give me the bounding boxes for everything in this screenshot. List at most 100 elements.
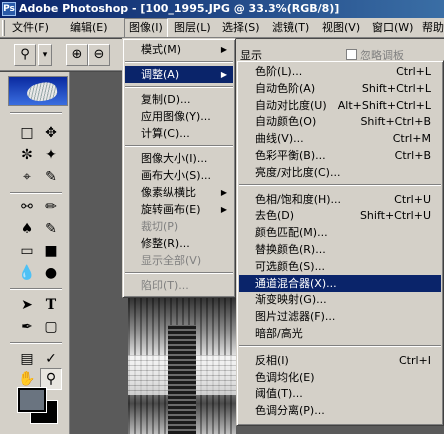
menu-separator: [125, 145, 233, 147]
menu-select[interactable]: 选择(S): [218, 18, 264, 37]
image-menu-item-0[interactable]: 模式(M) ▶: [125, 41, 233, 58]
photoshop-app-icon[interactable]: Ps: [2, 2, 16, 16]
adjust-menu-item-8[interactable]: 色相/饱和度(H)... Ctrl+U: [239, 191, 441, 208]
history-brush-icon[interactable]: ✎: [40, 218, 62, 240]
foreground-color-swatch[interactable]: [17, 387, 47, 413]
menu-item-shortcut: Ctrl+B: [394, 149, 431, 162]
menu-item-shortcut: Ctrl+I: [398, 353, 431, 367]
image-menu-item-13[interactable]: 修整(R)...: [125, 235, 233, 252]
adjust-menu-item-21[interactable]: 色调分离(P)...: [239, 402, 441, 419]
image-menu-item-9[interactable]: 画布大小(S)...: [125, 167, 233, 184]
adjust-menu-item-6[interactable]: 亮度/对比度(C)...: [239, 164, 441, 181]
toolbox-divider: [10, 112, 62, 114]
menu-help[interactable]: 帮助(H): [418, 18, 444, 37]
menu-item-label: 图像大小(I)...: [141, 152, 208, 165]
shape-tool-icon[interactable]: ▢: [40, 316, 62, 338]
menu-layer[interactable]: 图层(L): [170, 18, 215, 37]
move-tool-icon[interactable]: ✥: [40, 122, 62, 144]
menu-item-label: 自动色阶(A): [255, 81, 316, 95]
menu-separator: [125, 272, 233, 274]
menu-item-label: 去色(D): [255, 209, 295, 223]
menu-view[interactable]: 视图(V): [318, 18, 364, 37]
adjust-menu-item-2[interactable]: 自动对比度(U) Alt+Shift+Ctrl+L: [239, 97, 441, 114]
menu-item-shortcut: Ctrl+L: [396, 65, 431, 78]
menu-item-shortcut: Shift+Ctrl+U: [359, 209, 431, 223]
path-selection-icon[interactable]: ➤: [16, 294, 38, 316]
gradient-tool-icon[interactable]: ■: [40, 240, 62, 262]
hand-tool-icon[interactable]: ✋: [16, 368, 38, 390]
menu-item-label: 曲线(V)...: [255, 132, 304, 146]
magic-wand-icon[interactable]: ✦: [40, 144, 62, 166]
menu-bar: 文件(F) 编辑(E) 图像(I) 图层(L) 选择(S) 滤镜(T) 视图(V…: [0, 18, 444, 38]
adjust-menu-item-11[interactable]: 替换颜色(R)...: [239, 241, 441, 258]
marquee-tool-icon[interactable]: □: [16, 122, 38, 144]
menu-edit[interactable]: 编辑(E): [66, 18, 112, 37]
eyedropper-icon[interactable]: ✓: [40, 348, 62, 370]
tool-preset-dropdown[interactable]: ▾: [38, 44, 52, 66]
healing-brush-icon[interactable]: ⚯: [16, 196, 38, 218]
zoom-tool-icon[interactable]: ⚲: [40, 368, 62, 390]
menu-separator: [239, 183, 441, 186]
adjust-menu-item-19[interactable]: 色调均化(E): [239, 369, 441, 386]
adjust-menu-item-20[interactable]: 阈值(T)...: [239, 385, 441, 402]
pen-tool-icon[interactable]: ✒: [16, 316, 38, 338]
image-menu-item-14: 显示全部(V): [125, 252, 233, 269]
notes-tool-icon[interactable]: ▤: [16, 348, 38, 370]
adjust-menu-item-3[interactable]: 自动颜色(O) Shift+Ctrl+B: [239, 113, 441, 130]
menu-file[interactable]: 文件(F): [8, 18, 53, 37]
lasso-tool-icon[interactable]: ✼: [16, 144, 38, 166]
adjust-menu-item-14[interactable]: 渐变映射(G)...: [239, 291, 441, 308]
document-image[interactable]: [128, 295, 236, 434]
menu-separator: [125, 86, 233, 88]
menu-item-label: 应用图像(Y)...: [141, 110, 211, 123]
menu-item-label: 亮度/对比度(C)...: [255, 165, 341, 179]
menu-separator: [125, 61, 233, 63]
image-menu-item-10[interactable]: 像素纵横比 ▶: [125, 184, 233, 201]
image-menu-item-2[interactable]: 调整(A) ▶: [125, 66, 233, 83]
blur-tool-icon[interactable]: 💧: [16, 262, 38, 284]
menu-filter[interactable]: 滤镜(T): [268, 18, 313, 37]
image-menu-item-8[interactable]: 图像大小(I)...: [125, 150, 233, 167]
zoom-in-icon[interactable]: ⊕: [66, 44, 88, 66]
menu-window[interactable]: 窗口(W): [368, 18, 417, 37]
menu-item-label: 画布大小(S)...: [141, 169, 212, 182]
magnifier-icon[interactable]: ⚲: [14, 44, 36, 66]
crop-tool-icon[interactable]: ⌖: [16, 166, 38, 188]
adjust-menu-item-4[interactable]: 曲线(V)... Ctrl+M: [239, 130, 441, 147]
photo-tree-trunk: [168, 325, 196, 434]
clone-stamp-icon[interactable]: ♠: [16, 218, 38, 240]
adjust-menu-item-16[interactable]: 暗部/高光: [239, 325, 441, 342]
adjust-menu-item-18[interactable]: 反相(I) Ctrl+I: [239, 352, 441, 369]
image-menu-item-4[interactable]: 复制(D)...: [125, 91, 233, 108]
adjust-menu-item-0[interactable]: 色阶(L)... Ctrl+L: [239, 63, 441, 80]
dodge-tool-icon[interactable]: ●: [40, 262, 62, 284]
menu-item-label: 色阶(L)...: [255, 65, 303, 78]
adjust-menu-item-15[interactable]: 图片过滤器(F)...: [239, 308, 441, 325]
zoom-out-icon[interactable]: ⊖: [88, 44, 110, 66]
adjust-menu-item-13[interactable]: 通道混合器(X)...: [239, 274, 441, 292]
brush-tool-icon[interactable]: ✏: [40, 196, 62, 218]
menu-item-label: 色调均化(E): [255, 370, 315, 384]
photoshop-logo[interactable]: [8, 76, 68, 106]
menu-image[interactable]: 图像(I): [124, 18, 168, 37]
menu-item-label: 色彩平衡(B)...: [255, 149, 326, 162]
image-menu-item-5[interactable]: 应用图像(Y)...: [125, 108, 233, 125]
menubar-grip[interactable]: [2, 20, 5, 36]
type-tool-icon[interactable]: T: [40, 294, 62, 316]
submenu-arrow-icon: ▶: [220, 188, 227, 197]
adjust-menu-item-5[interactable]: 色彩平衡(B)... Ctrl+B: [239, 147, 441, 164]
slice-tool-icon[interactable]: ✎: [40, 166, 62, 188]
adjust-menu-item-9[interactable]: 去色(D) Shift+Ctrl+U: [239, 207, 441, 224]
ignore-palettes-checkbox[interactable]: [346, 49, 357, 60]
menu-item-label: 复制(D)...: [141, 93, 191, 106]
toolbox: □ ✥ ✼ ✦ ⌖ ✎ ⚯ ✏ ♠ ✎ ▭ ■ 💧 ● ➤ T ✒ ▢ ▤ ✓ …: [0, 72, 70, 434]
adjust-menu-item-1[interactable]: 自动色阶(A) Shift+Ctrl+L: [239, 80, 441, 97]
menu-item-shortcut: Shift+Ctrl+L: [361, 81, 431, 95]
adjust-menu-item-10[interactable]: 颜色匹配(M)...: [239, 224, 441, 241]
adjust-menu-item-12[interactable]: 可选颜色(S)...: [239, 258, 441, 275]
image-menu-item-16: 陷印(T)...: [125, 277, 233, 294]
image-menu-item-6[interactable]: 计算(C)...: [125, 125, 233, 142]
image-menu-item-11[interactable]: 旋转画布(E) ▶: [125, 201, 233, 218]
eraser-tool-icon[interactable]: ▭: [16, 240, 38, 262]
menu-item-label: 显示全部(V): [141, 254, 202, 267]
